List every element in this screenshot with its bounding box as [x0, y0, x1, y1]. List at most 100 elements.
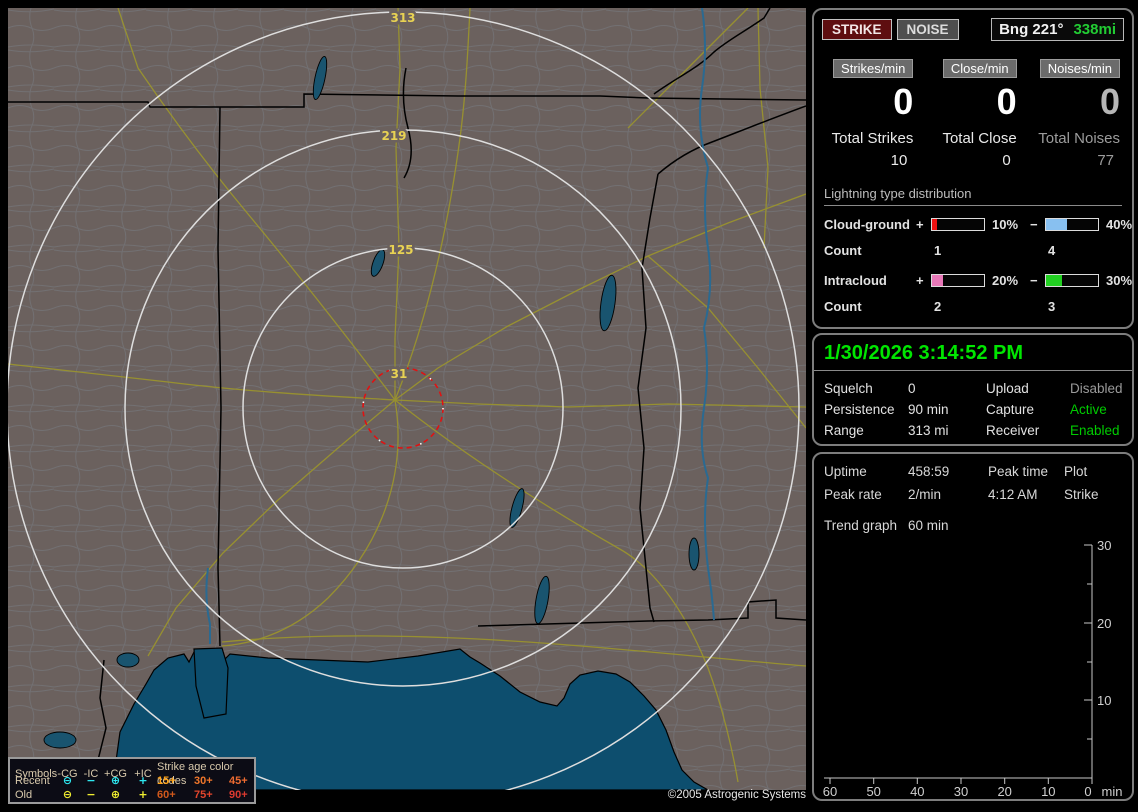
legend-recent-label: Recent — [15, 775, 50, 787]
intracloud-row: Intracloud + 20% − 30% — [824, 273, 1132, 288]
count-label: Count — [824, 243, 862, 258]
ring-label-313: 313 — [390, 11, 415, 25]
ring-label-219: 219 — [381, 129, 406, 143]
close-column: Close/min 0 Total Close 0 — [927, 59, 1017, 169]
uptime-grid: Uptime 458:59 Peak time Plot Peak rate 2… — [814, 454, 1132, 502]
old-neg-ic-icon: − — [86, 788, 96, 801]
symbol-legend: Symbols -CG -IC +CG +IC Strike age color… — [8, 757, 256, 804]
ic-negative-bar-fill — [1046, 275, 1063, 286]
peak-time-header: Peak time — [988, 464, 1049, 479]
bearing-value: Bng 221° — [999, 21, 1064, 38]
intracloud-count-row: Count 2 3 — [824, 299, 1122, 314]
noises-rate-value: 0 — [1099, 81, 1120, 122]
close-per-min-button[interactable]: Close/min — [942, 59, 1017, 78]
ic-negative-bar — [1045, 274, 1099, 287]
legend-recent-row: Recent ⊖ − ⊕ + 15+ 30+ 45+ — [15, 774, 254, 788]
persistence-value: 90 min — [908, 402, 949, 417]
distribution-title: Lightning type distribution — [824, 186, 1122, 206]
cg-positive-percent: 10% — [992, 217, 1019, 232]
bearing-distance: 338mi — [1073, 21, 1116, 38]
cloud-ground-label: Cloud-ground — [824, 217, 910, 232]
age-90: 90+ — [229, 789, 248, 801]
settings-grid: Squelch 0 Upload Disabled Persistence 90… — [814, 371, 1132, 438]
trend-graph-value: 60 min — [908, 518, 949, 533]
ic-positive-percent: 20% — [992, 273, 1019, 288]
uptime-label: Uptime — [824, 464, 867, 479]
age-45: 45+ — [229, 775, 248, 787]
age-30: 30+ — [194, 775, 213, 787]
rate-counters: Strikes/min 0 Total Strikes 10 Close/min… — [814, 59, 1132, 169]
x-tick-10: 10 — [1041, 784, 1055, 799]
ic-positive-bar — [931, 274, 985, 287]
range-label: Range — [824, 423, 864, 438]
age-60: 60+ — [157, 789, 176, 801]
peak-rate-value: 2/min — [908, 487, 942, 502]
uptime-value: 458:59 — [908, 464, 950, 479]
noise-toggle-button[interactable]: NOISE — [896, 19, 959, 40]
status-panel: 1/30/2026 3:14:52 PM Squelch 0 Upload Di… — [812, 333, 1134, 446]
cloud-ground-count-row: Count 1 4 — [824, 243, 1122, 258]
legend-old-row: Old ⊖ − ⊕ + 60+ 75+ 90+ — [15, 788, 254, 802]
x-tick-50: 50 — [866, 784, 880, 799]
noises-per-min-button[interactable]: Noises/min — [1039, 59, 1120, 78]
recent-neg-cg-icon: ⊖ — [62, 774, 73, 787]
x-tick-40: 40 — [910, 784, 924, 799]
close-rate-value: 0 — [996, 81, 1017, 122]
strike-toggle-button[interactable]: STRIKE — [822, 19, 892, 40]
negative-sign: − — [1030, 217, 1038, 232]
capture-status: Active — [1070, 402, 1107, 417]
noises-column: Noises/min 0 Total Noises 77 — [1031, 59, 1120, 169]
strikes-column: Strikes/min 0 Total Strikes 10 — [824, 59, 914, 169]
upload-label: Upload — [986, 381, 1029, 396]
peak-time-value: 4:12 AM — [988, 487, 1038, 502]
display-mode-row: STRIKE NOISE Bng 221° 338mi — [814, 10, 1132, 41]
datetime-display: 1/30/2026 3:14:52 PM — [814, 335, 1132, 371]
trend-setting-row: Trend graph 60 min — [814, 508, 1132, 533]
age-75: 75+ — [194, 789, 213, 801]
old-pos-ic-icon: + — [138, 788, 148, 801]
x-axis-unit: min — [1102, 784, 1123, 799]
range-value: 313 mi — [908, 423, 949, 438]
total-noises-label: Total Noises — [1038, 130, 1120, 147]
plot-value: Strike — [1064, 487, 1099, 502]
cg-negative-percent: 40% — [1106, 217, 1133, 232]
ic-negative-count: 3 — [1048, 299, 1056, 314]
recent-neg-ic-icon: − — [86, 774, 96, 787]
ic-negative-percent: 30% — [1106, 273, 1133, 288]
total-noises-value: 77 — [1097, 152, 1114, 169]
positive-sign: + — [916, 217, 924, 232]
capture-label: Capture — [986, 402, 1035, 417]
graph-axes — [824, 544, 1093, 784]
old-neg-cg-icon: ⊖ — [62, 788, 73, 801]
map-canvas[interactable]: 313 219 125 31 — [8, 8, 806, 790]
y-tick-10: 10 — [1097, 693, 1111, 708]
persistence-label: Persistence — [824, 402, 895, 417]
x-tick-30: 30 — [954, 784, 968, 799]
y-tick-30: 30 — [1097, 538, 1111, 553]
squelch-label: Squelch — [824, 381, 873, 396]
strikes-per-min-button[interactable]: Strikes/min — [833, 59, 914, 78]
ic-positive-bar-fill — [932, 275, 944, 286]
cg-negative-bar — [1045, 218, 1099, 231]
cg-positive-bar — [931, 218, 985, 231]
ring-label-31: 31 — [391, 367, 408, 381]
x-tick-0: 0 — [1084, 784, 1091, 799]
old-pos-cg-icon: ⊕ — [110, 788, 121, 801]
bearing-readout: Bng 221° 338mi — [991, 18, 1124, 41]
squelch-value: 0 — [908, 381, 916, 396]
positive-sign: + — [916, 273, 924, 288]
graph-tick-labels: 30 20 10 60 50 40 30 20 10 0 min — [823, 538, 1123, 799]
lightning-distribution-section: Lightning type distribution Cloud-ground… — [824, 186, 1132, 314]
total-close-label: Total Close — [942, 130, 1017, 147]
ring-label-125: 125 — [388, 243, 413, 257]
peak-rate-label: Peak rate — [824, 487, 882, 502]
cg-negative-count: 4 — [1048, 243, 1056, 258]
count-label: Count — [824, 299, 862, 314]
upload-status: Disabled — [1070, 381, 1123, 396]
legend-header-row: Symbols -CG -IC +CG +IC Strike age color… — [15, 760, 254, 787]
cloud-ground-row: Cloud-ground + 10% − 40% — [824, 217, 1132, 232]
recent-pos-ic-icon: + — [138, 774, 148, 787]
copyright-text: ©2005 Astrogenic Systems — [667, 789, 806, 801]
map-graphics: 313 219 125 31 — [8, 8, 806, 790]
ic-positive-count: 2 — [934, 299, 942, 314]
